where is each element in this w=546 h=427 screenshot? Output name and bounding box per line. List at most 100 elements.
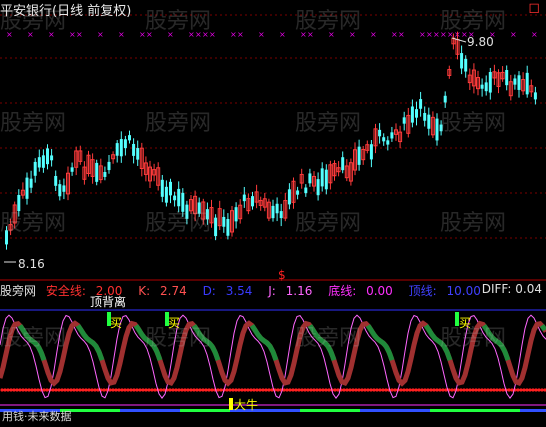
candle-body [70,167,74,172]
candle-body [181,192,185,212]
safe-line-dot [534,388,538,392]
safe-line-dot [483,388,487,392]
candle-body [271,205,275,219]
safe-line-dot [468,388,472,392]
safe-line-dot [135,388,139,392]
safe-line-dot [459,388,463,392]
bottom-strip-segment [300,409,360,412]
safe-line-dot [255,388,259,392]
candle-body [95,162,99,182]
candle-body [423,112,427,121]
chart-canvas[interactable]: ×××××××××××××××××××××××××××××××××××× [0,0,546,423]
candle-body [169,181,172,196]
safe-line-dot [171,388,175,392]
candle-body [525,72,529,95]
d-line-segment [481,324,511,361]
safe-line-dot [363,388,367,392]
x-mark: × [391,30,398,39]
safe-line-dot [15,388,19,392]
d-line-segment [191,324,221,361]
candle-body [33,161,37,176]
x-mark: × [118,30,125,39]
safe-line-dot [240,388,244,392]
safe-line-dot [129,388,133,392]
j-readout: J: 1.16 [268,284,313,298]
buy-signal-label: 买 [168,316,181,330]
x-mark: × [202,30,209,39]
dollar-marker-icon: $ [278,268,286,282]
safe-line-dot [9,388,13,392]
buy-signal-label: 买 [110,316,123,330]
safe-line-dot [303,388,307,392]
safe-line-dot [33,388,37,392]
safe-line-dot [225,388,229,392]
candle-body [296,190,300,195]
safe-line-dot [438,388,442,392]
candle-body [164,186,168,203]
close-icon[interactable]: ◻ [528,0,540,16]
safe-line-dot [228,388,232,392]
safe-line-dot [288,388,292,392]
x-mark: × [510,30,517,39]
safe-line-dot [195,388,199,392]
safe-line-dot [378,388,382,392]
safe-line-dot [144,388,148,392]
safe-line-dot [405,388,409,392]
safe-line-dot [390,388,394,392]
safe-line-dot [102,388,106,392]
safe-line-dot [36,388,40,392]
candle-body [128,135,131,141]
candle-body [234,207,238,222]
buy-signal-label: 买 [459,316,472,330]
candle-body [136,148,140,160]
safe-line-dot [264,388,268,392]
x-mark: × [398,30,405,39]
safe-line-dot [399,388,403,392]
candle-body [488,72,492,93]
safe-line-dot [516,388,520,392]
safe-line-dot [300,388,304,392]
x-mark: × [237,30,244,39]
safe-line-dot [162,388,166,392]
candle-body [533,92,537,100]
candle-body [304,187,308,194]
safe-line-dot [450,388,454,392]
candle-body [54,175,58,186]
candle-body [460,53,464,69]
safe-line-dot [177,388,181,392]
safe-line-dot [480,388,484,392]
safe-line-dot [21,388,25,392]
bottom-caption: 用钱·未来数据 [2,410,72,423]
safe-line-dot [243,388,247,392]
candle-body [427,114,431,129]
x-mark: × [6,30,13,39]
safe-line-dot [216,388,220,392]
x-mark: × [195,30,202,39]
chart-window[interactable]: ×××××××××××××××××××××××××××××××××××× 股旁网… [0,0,546,423]
candle-body [222,216,226,227]
x-mark: × [139,30,146,39]
safe-line-dot [462,388,466,392]
x-mark: × [76,30,83,39]
safe-line-dot [471,388,475,392]
safe-line-dot [333,388,337,392]
safe-line-dot [258,388,262,392]
safe-line-dot [474,388,478,392]
safe-line-dot [180,388,184,392]
safe-line-dot [525,388,529,392]
safe-line-dot [183,388,187,392]
safe-line-dot [90,388,94,392]
d-line-segment [307,324,337,361]
candle-body [443,95,447,103]
safe-line-dot [189,388,193,392]
safe-line-dot [435,388,439,392]
safe-line-dot [465,388,469,392]
high-price-label: 9.80 [467,35,494,49]
x-mark: × [531,30,538,39]
bottom-strip-segment [180,409,230,412]
x-mark: × [97,30,104,39]
safe-line-dot [138,388,142,392]
safe-line-dot [246,388,250,392]
top-line-readout: 顶线: 10.00 [408,284,481,298]
safe-line-dot [489,388,493,392]
